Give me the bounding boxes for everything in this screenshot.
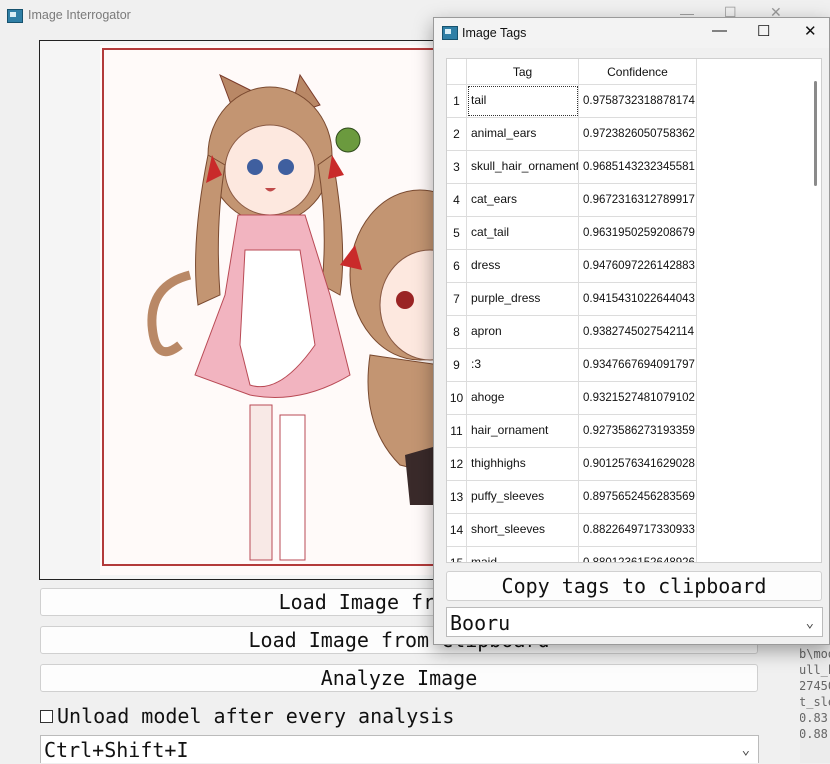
confidence-cell[interactable]: 0.8822649717330933 — [579, 514, 697, 546]
column-header-tag[interactable]: Tag — [467, 59, 579, 85]
minimize-icon[interactable]: — — [712, 22, 727, 39]
tag-cell[interactable]: :3 — [467, 349, 579, 381]
terminal-line: b\mod — [799, 647, 830, 661]
row-number[interactable]: 12 — [447, 448, 467, 480]
confidence-cell[interactable]: 0.9631950259208679 — [579, 217, 697, 249]
row-number[interactable]: 14 — [447, 514, 467, 546]
unload-model-option[interactable]: Unload model after every analysis — [40, 703, 454, 729]
tag-cell[interactable]: skull_hair_ornament — [467, 151, 579, 183]
confidence-cell[interactable]: 0.8801236152648926 — [579, 547, 697, 562]
row-number[interactable]: 2 — [447, 118, 467, 150]
app-icon — [7, 9, 23, 23]
row-number[interactable]: 10 — [447, 382, 467, 414]
maximize-icon[interactable]: ☐ — [757, 22, 770, 40]
confidence-cell[interactable]: 0.9012576341629028 — [579, 448, 697, 480]
hotkey-combobox[interactable]: Ctrl+Shift+I ⌄ — [40, 735, 759, 763]
table-row[interactable]: 6 dress 0.9476097226142883 — [447, 250, 697, 283]
main-window-title: Image Interrogator — [28, 8, 131, 22]
image-tags-window: Image Tags — ☐ ✕ Tag Confidence 1 tail 0… — [433, 17, 830, 645]
close-icon[interactable]: ✕ — [804, 22, 817, 40]
tag-cell[interactable]: puffy_sleeves — [467, 481, 579, 513]
row-number[interactable]: 3 — [447, 151, 467, 183]
row-number[interactable]: 4 — [447, 184, 467, 216]
tag-cell[interactable]: thighhighs — [467, 448, 579, 480]
table-body: 1 tail 0.9758732318878174 2 animal_ears … — [447, 85, 697, 562]
confidence-cell[interactable]: 0.9321527481079102 — [579, 382, 697, 414]
tag-cell[interactable]: maid — [467, 547, 579, 562]
loaded-image — [100, 45, 491, 575]
confidence-cell[interactable]: 0.9476097226142883 — [579, 250, 697, 282]
app-icon — [442, 26, 458, 40]
table-row[interactable]: 14 short_sleeves 0.8822649717330933 — [447, 514, 697, 547]
terminal-line: ull_h — [799, 663, 830, 677]
chevron-down-icon[interactable]: ⌄ — [742, 736, 750, 764]
anime-illustration — [102, 48, 491, 566]
copy-tags-button[interactable]: Copy tags to clipboard — [446, 571, 822, 601]
tag-cell[interactable]: animal_ears — [467, 118, 579, 150]
unload-model-checkbox[interactable] — [40, 709, 53, 723]
table-row[interactable]: 3 skull_hair_ornament 0.9685143232345581 — [447, 151, 697, 184]
confidence-cell[interactable]: 0.9758732318878174 — [579, 85, 697, 117]
unload-model-label: Unload model after every analysis — [57, 704, 455, 728]
terminal-line: t_sle — [799, 695, 830, 709]
chevron-down-icon[interactable]: ⌄ — [806, 608, 814, 638]
column-header-confidence[interactable]: Confidence — [579, 59, 697, 85]
table-scrollbar[interactable] — [814, 81, 817, 186]
confidence-cell[interactable]: 0.9685143232345581 — [579, 151, 697, 183]
tag-cell[interactable]: short_sleeves — [467, 514, 579, 546]
table-row[interactable]: 12 thighhighs 0.9012576341629028 — [447, 448, 697, 481]
row-number[interactable]: 1 — [447, 85, 467, 117]
tag-cell[interactable]: cat_tail — [467, 217, 579, 249]
table-row[interactable]: 11 hair_ornament 0.9273586273193359 — [447, 415, 697, 448]
hotkey-value: Ctrl+Shift+I — [44, 738, 189, 762]
tag-cell[interactable]: cat_ears — [467, 184, 579, 216]
table-row[interactable]: 7 purple_dress 0.9415431022644043 — [447, 283, 697, 316]
confidence-cell[interactable]: 0.9382745027542114 — [579, 316, 697, 348]
confidence-cell[interactable]: 0.9723826050758362 — [579, 118, 697, 150]
row-number[interactable]: 15 — [447, 547, 467, 562]
table-row[interactable]: 5 cat_tail 0.9631950259208679 — [447, 217, 697, 250]
table-row[interactable]: 15 maid 0.8801236152648926 — [447, 547, 697, 562]
tag-cell[interactable]: apron — [467, 316, 579, 348]
tags-table[interactable]: Tag Confidence 1 tail 0.9758732318878174… — [446, 58, 822, 563]
tag-cell[interactable]: ahoge — [467, 382, 579, 414]
row-number[interactable]: 13 — [447, 481, 467, 513]
row-number[interactable]: 7 — [447, 283, 467, 315]
confidence-cell[interactable]: 0.9347667694091797 — [579, 349, 697, 381]
row-number[interactable]: 9 — [447, 349, 467, 381]
row-number[interactable]: 5 — [447, 217, 467, 249]
terminal-line: 27450 — [799, 679, 830, 693]
background-terminal: 3 b\mod ull_h 27450 t_sle 0.83 0.88 — [795, 630, 830, 763]
tag-format-value: Booru — [450, 611, 511, 635]
terminal-line: 0.83 — [799, 711, 828, 725]
table-corner[interactable] — [447, 59, 467, 85]
row-number[interactable]: 11 — [447, 415, 467, 447]
terminal-line: 0.88 — [799, 727, 828, 741]
table-row[interactable]: 4 cat_ears 0.9672316312789917 — [447, 184, 697, 217]
table-row[interactable]: 1 tail 0.9758732318878174 — [447, 85, 697, 118]
row-number[interactable]: 8 — [447, 316, 467, 348]
confidence-cell[interactable]: 0.8975652456283569 — [579, 481, 697, 513]
row-number[interactable]: 6 — [447, 250, 467, 282]
table-row[interactable]: 13 puffy_sleeves 0.8975652456283569 — [447, 481, 697, 514]
table-row[interactable]: 10 ahoge 0.9321527481079102 — [447, 382, 697, 415]
tag-cell[interactable]: purple_dress — [467, 283, 579, 315]
table-row[interactable]: 2 animal_ears 0.9723826050758362 — [447, 118, 697, 151]
tag-cell[interactable]: hair_ornament — [467, 415, 579, 447]
analyze-image-button[interactable]: Analyze Image — [40, 664, 758, 692]
tags-window-title: Image Tags — [462, 26, 527, 40]
tag-cell[interactable]: dress — [467, 250, 579, 282]
confidence-cell[interactable]: 0.9273586273193359 — [579, 415, 697, 447]
tags-titlebar[interactable]: Image Tags — ☐ ✕ — [434, 18, 829, 48]
table-row[interactable]: 8 apron 0.9382745027542114 — [447, 316, 697, 349]
tag-cell[interactable]: tail — [467, 85, 579, 117]
confidence-cell[interactable]: 0.9415431022644043 — [579, 283, 697, 315]
confidence-cell[interactable]: 0.9672316312789917 — [579, 184, 697, 216]
tag-format-combobox[interactable]: Booru ⌄ — [446, 607, 823, 637]
table-row[interactable]: 9 :3 0.9347667694091797 — [447, 349, 697, 382]
